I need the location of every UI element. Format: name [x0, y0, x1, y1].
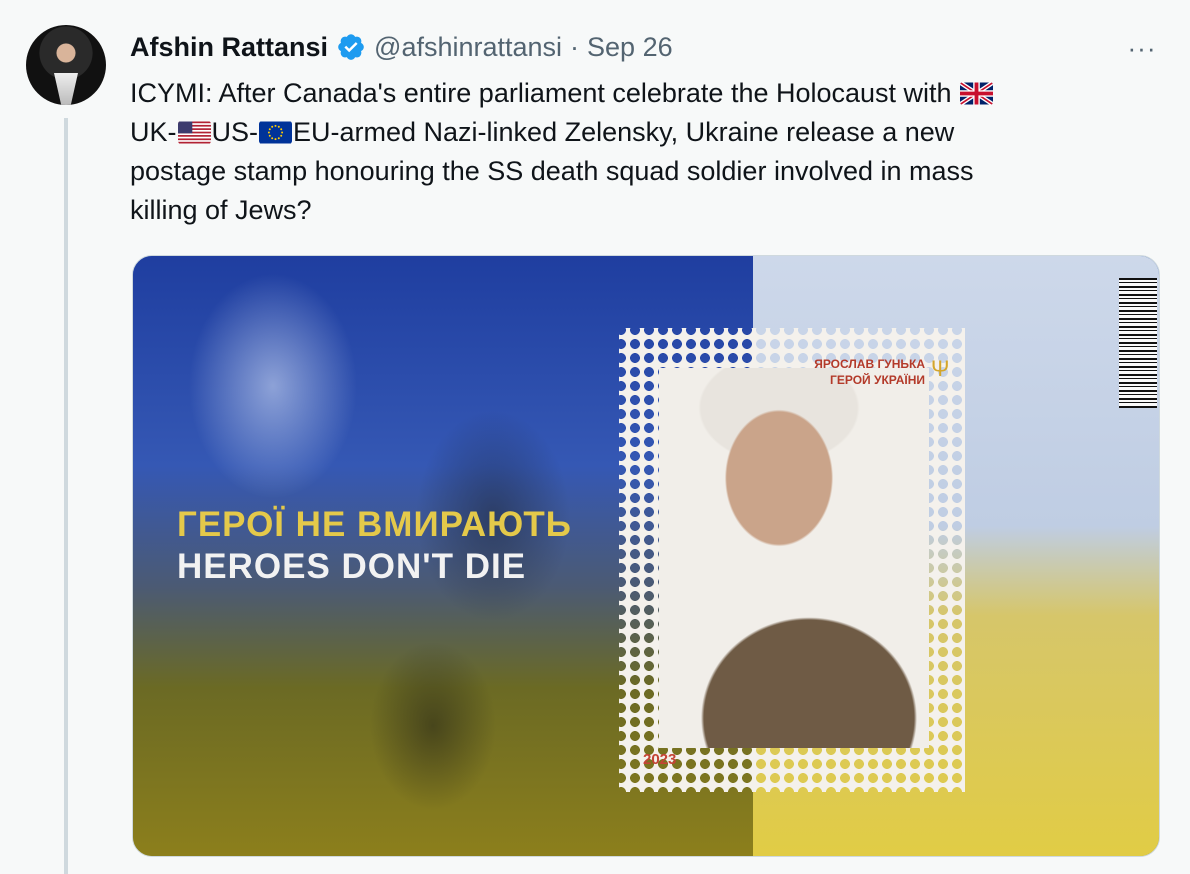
barcode	[1119, 278, 1157, 408]
stamp-caption-name: ЯРОСЛАВ ГУНЬКА	[814, 357, 925, 371]
tweet-text: ICYMI: After Canada's entire parliament …	[130, 74, 1120, 230]
tweet-text-line: postage stamp honouring the SS death squ…	[130, 156, 974, 186]
tweet-header: Afshin Rattansi @afshinrattansi · Sep 26	[130, 28, 673, 66]
more-options-icon[interactable]: ···	[1124, 30, 1160, 66]
author-avatar[interactable]	[26, 25, 106, 105]
stamp-year: 2023	[643, 751, 677, 768]
uk-flag-icon	[960, 82, 994, 105]
poster-headline: ГЕРОЇ НЕ ВМИРАЮТЬ HEROES DON'T DIE	[177, 504, 572, 588]
stamp-caption: ЯРОСЛАВ ГУНЬКА ГЕРОЙ УКРАЇНИ	[814, 356, 925, 388]
headline-ukrainian: ГЕРОЇ НЕ ВМИРАЮТЬ	[177, 505, 572, 544]
author-name[interactable]: Afshin Rattansi	[130, 32, 328, 63]
tweet-text-line: ICYMI: After Canada's entire parliament …	[130, 74, 1120, 113]
eu-flag-icon	[259, 121, 292, 144]
author-handle[interactable]: @afshinrattansi	[374, 32, 562, 63]
tweet-media-image[interactable]: ГЕРОЇ НЕ ВМИРАЮТЬ HEROES DON'T DIE ЯРОСЛ…	[132, 255, 1160, 857]
us-flag-icon	[177, 121, 211, 144]
stamp-caption-title: ГЕРОЙ УКРАЇНИ	[830, 373, 925, 387]
stamp-portrait	[659, 368, 929, 748]
separator-dot: ·	[570, 31, 580, 62]
tweet-date[interactable]: Sep 26	[587, 32, 673, 63]
thread-line	[64, 118, 68, 874]
stamp-content: ЯРОСЛАВ ГУНЬКА ГЕРОЙ УКРАЇНИ Ψ 2023	[619, 328, 965, 792]
tweet-text-line: UK- US- EU-armed Nazi-linked Zelensky, U…	[130, 117, 955, 147]
tweet-text-line: killing of Jews?	[130, 195, 312, 225]
headline-english: HEROES DON'T DIE	[177, 547, 527, 586]
trident-icon: Ψ	[931, 356, 950, 381]
verified-badge-icon	[338, 34, 364, 60]
